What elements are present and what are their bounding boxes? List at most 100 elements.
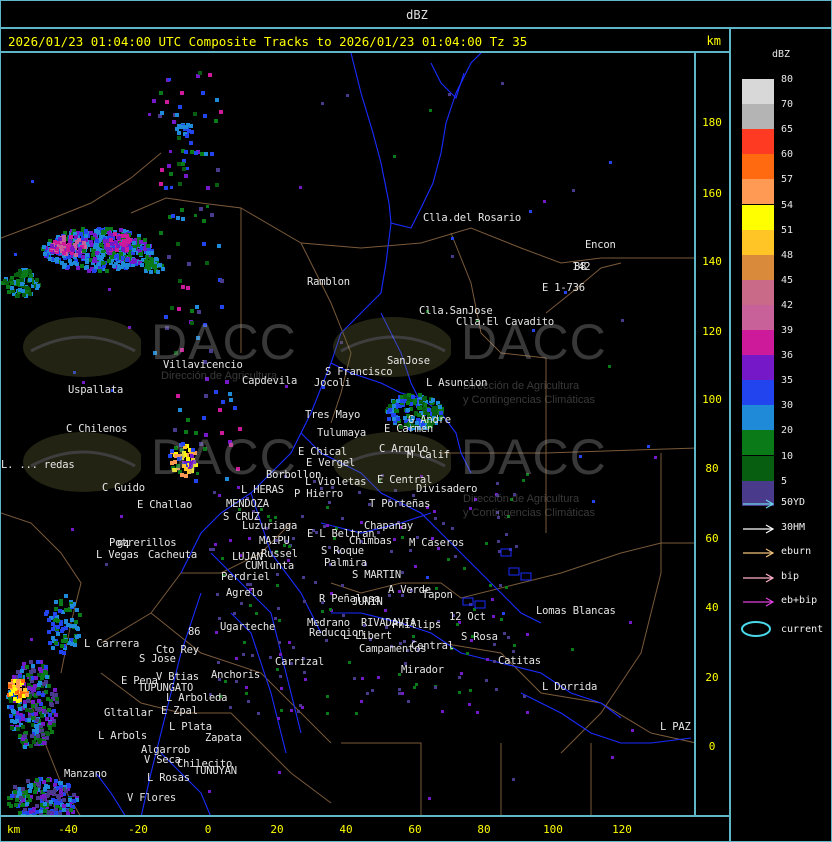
dbz-swatch-label: 70 (781, 99, 794, 111)
place-label: Russel (261, 548, 298, 560)
track-arrow-icon (743, 573, 775, 583)
radar-echo-cell (210, 213, 214, 217)
radar-echo-cell (280, 709, 283, 712)
radar-echo-cell (451, 237, 454, 240)
radar-echo-cell (48, 257, 52, 261)
radar-echo-cell (45, 731, 49, 735)
radar-echo-cell (21, 679, 25, 683)
radar-echo-cell (152, 99, 156, 103)
radar-echo-cell (274, 617, 277, 620)
radar-echo-cell (48, 641, 52, 645)
radar-echo-cell (209, 548, 212, 551)
radar-echo-cell (18, 674, 22, 678)
radar-echo-cell (51, 622, 55, 626)
radar-echo-cell (314, 581, 317, 584)
radar-echo-cell (7, 802, 11, 806)
map-header: 2026/01/23 01:04:00 UTC Composite Tracks… (0, 28, 730, 52)
dbz-swatch (742, 455, 774, 481)
radar-echo-cell (66, 803, 70, 807)
radar-echo-cell (54, 618, 58, 622)
radar-echo-cell (53, 688, 57, 692)
radar-echo-cell (30, 638, 33, 641)
place-label: Clla.El Cavadito (456, 316, 554, 328)
radar-echo-cell (160, 111, 164, 115)
y-tick-label: 80 (705, 462, 719, 475)
radar-echo-cell (80, 264, 84, 268)
place-label: L HERAS (241, 484, 284, 496)
place-label: L Libert (343, 630, 392, 642)
radar-echo-cell (42, 794, 46, 798)
radar-echo-cell (167, 164, 171, 168)
dbz-swatch-label: 36 (781, 350, 794, 362)
dbz-swatch (742, 279, 774, 305)
dbz-swatch-label: 80 (781, 74, 794, 85)
radar-echo-cell (7, 290, 11, 294)
dbz-swatch (742, 430, 774, 456)
dacc-watermark: DACC Dirección de Agricultura y Continge… (331, 418, 631, 528)
radar-echo-cell (27, 718, 31, 722)
radar-echo-cell (447, 558, 450, 561)
track-label: eburn (781, 546, 812, 558)
radar-echo-cell (21, 787, 25, 791)
radar-echo-cell (31, 716, 35, 720)
radar-echo-cell (62, 804, 66, 808)
radar-echo-cell (28, 292, 32, 296)
radar-echo-cell (16, 680, 20, 684)
radar-echo-cell (23, 745, 27, 749)
radar-echo-cell (178, 105, 182, 109)
radar-echo-cell (171, 214, 175, 218)
radar-echo-cell (249, 604, 252, 607)
radar-map[interactable]: DACC Dirección de Agricultura DACC Direc… (0, 52, 695, 816)
radar-echo-cell (185, 134, 189, 138)
radar-echo-cell (500, 618, 503, 621)
radar-echo-cell (194, 151, 198, 155)
y-tick-label: 100 (702, 393, 722, 406)
radar-echo-cell (97, 262, 101, 266)
place-label: MAIPU (259, 535, 290, 547)
place-label: S Rosa (461, 631, 498, 643)
dbz-swatch-label: 48 (781, 249, 794, 261)
radar-echo-cell (571, 648, 574, 651)
radar-echo-cell (82, 241, 86, 245)
radar-echo-cell (105, 227, 109, 231)
radar-echo-cell (31, 704, 35, 708)
radar-echo-cell (8, 684, 12, 688)
radar-echo-cell (69, 235, 73, 239)
radar-echo-cell (78, 247, 82, 251)
radar-echo-cell (117, 236, 121, 240)
radar-echo-cell (122, 263, 126, 267)
composite-title: 2026/01/23 01:04:00 UTC Composite Tracks… (8, 34, 528, 49)
radar-echo-cell (26, 673, 30, 677)
radar-echo-cell (44, 680, 48, 684)
radar-echo-cell (505, 586, 508, 589)
window-title-bar: dBZ (0, 0, 832, 28)
radar-echo-cell (326, 506, 329, 509)
place-label: Manzano (64, 768, 107, 780)
radar-echo-cell (469, 689, 472, 692)
radar-echo-cell (190, 130, 194, 134)
radar-echo-cell (515, 545, 518, 548)
radar-echo-cell (321, 102, 324, 105)
radar-echo-cell (181, 285, 185, 289)
radar-echo-cell (75, 240, 79, 244)
watermark-brand: DACC (461, 429, 607, 485)
place-label: Clla.del Rosario (423, 212, 521, 224)
radar-echo-cell (25, 802, 29, 806)
radar-echo-cell (178, 408, 182, 412)
place-label: Encon (585, 239, 616, 251)
radar-echo-cell (159, 91, 163, 95)
radar-echo-cell (29, 785, 33, 789)
radar-echo-cell (242, 653, 245, 656)
radar-echo-cell (458, 691, 461, 694)
dbz-swatch (742, 405, 774, 431)
radar-echo-cell (15, 719, 19, 723)
track-arrow-icon (743, 524, 775, 534)
place-label: Gltallar (104, 707, 153, 719)
place-label: 94 (117, 539, 130, 551)
dbz-swatch-label: 39 (781, 325, 794, 336)
radar-echo-cell (45, 675, 49, 679)
radar-echo-cell (85, 253, 89, 257)
radar-echo-cell (208, 790, 211, 793)
radar-echo-cell (99, 243, 103, 247)
radar-echo-cell (18, 269, 22, 273)
